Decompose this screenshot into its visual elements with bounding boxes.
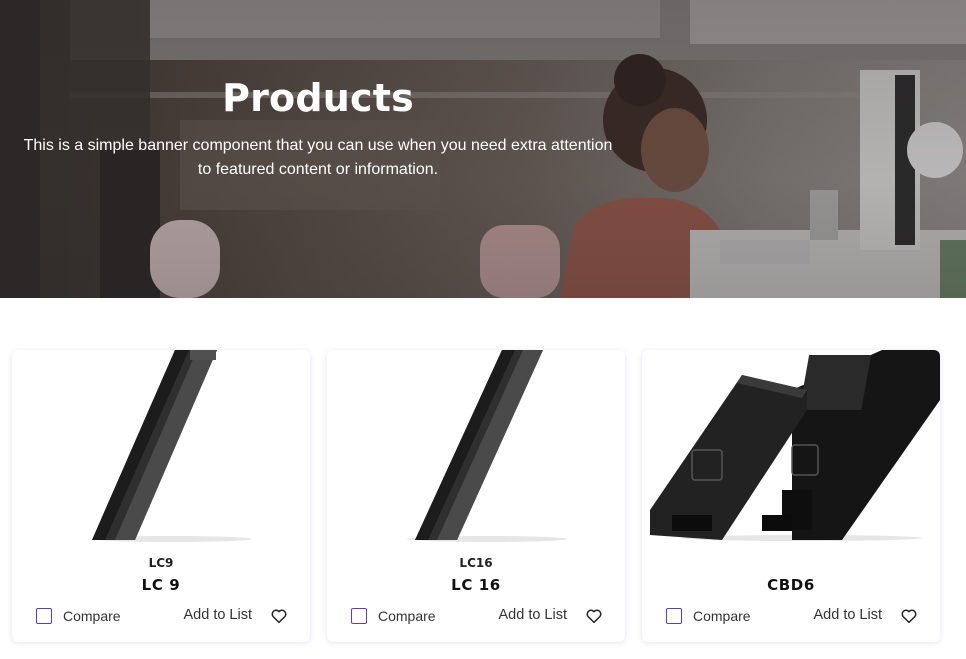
product-image (650, 350, 940, 541)
product-name[interactable]: CBD6 (642, 576, 940, 594)
compare-label[interactable]: Compare (378, 608, 436, 624)
compare-checkbox[interactable] (666, 608, 682, 624)
product-name[interactable]: LC 9 (12, 576, 310, 594)
product-actions: Compare Add to List (351, 606, 603, 626)
page-title: Products (222, 76, 414, 120)
product-image (407, 350, 567, 542)
compare-checkbox[interactable] (351, 608, 367, 624)
product-actions: Compare Add to List (666, 606, 918, 626)
heart-icon[interactable] (900, 607, 918, 625)
product-sku: LC9 (148, 556, 174, 570)
add-to-list-button[interactable]: Add to List (498, 607, 567, 623)
product-actions: Compare Add to List (36, 606, 288, 626)
product-card[interactable]: LC9 LC 9 Compare Add to List (12, 350, 310, 642)
product-grid: LC9 LC 9 Compare Add to List LC16 LC 16 … (12, 350, 966, 645)
hero-banner: Products This is a simple banner compone… (0, 0, 966, 298)
product-image (92, 350, 252, 542)
compare-checkbox[interactable] (36, 608, 52, 624)
banner-content: Products This is a simple banner compone… (18, 76, 618, 182)
heart-icon[interactable] (585, 607, 603, 625)
add-to-list-button[interactable]: Add to List (183, 607, 252, 623)
banner-description-line-1: This is a simple banner component that y… (23, 137, 613, 154)
product-card[interactable]: LC16 LC 16 Compare Add to List (327, 350, 625, 642)
banner-description: This is a simple banner component that y… (18, 134, 618, 182)
product-card[interactable]: CBD6 Compare Add to List (642, 350, 940, 642)
product-name[interactable]: LC 16 (327, 576, 625, 594)
compare-label[interactable]: Compare (693, 608, 751, 624)
banner-description-line-2: to featured content or information. (197, 161, 439, 178)
heart-icon[interactable] (270, 607, 288, 625)
add-to-list-button[interactable]: Add to List (813, 607, 882, 623)
compare-label[interactable]: Compare (63, 608, 121, 624)
product-sku: LC16 (459, 556, 493, 570)
